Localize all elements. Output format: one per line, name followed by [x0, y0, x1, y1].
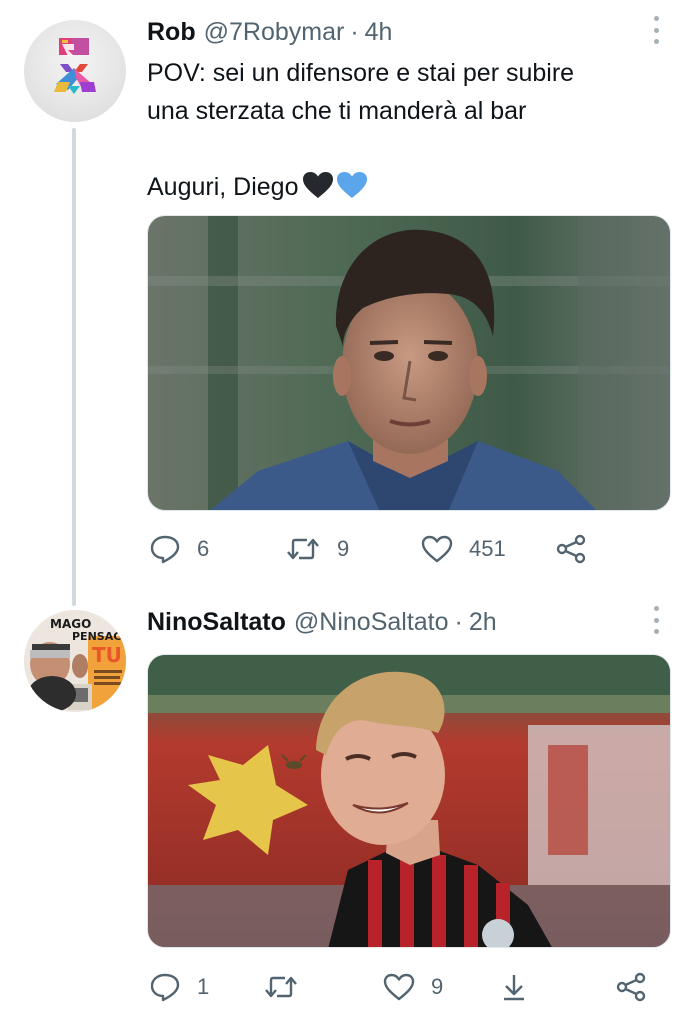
- heart-icon: [383, 973, 415, 1001]
- retweet-button[interactable]: [263, 967, 315, 1007]
- display-name[interactable]: NinoSaltato: [147, 608, 286, 637]
- share-icon: [555, 534, 587, 564]
- avatar[interactable]: MAGO PENSAC TU: [24, 610, 126, 712]
- share-button[interactable]: [615, 967, 647, 1007]
- avatar[interactable]: [24, 20, 126, 122]
- tweet-text: POV: sei un difensore e stai per subire …: [147, 54, 667, 210]
- avatar-logo: [54, 38, 96, 94]
- tweet-text-greeting: Auguri, Diego: [147, 173, 299, 201]
- black-heart-emoji-icon: [302, 171, 334, 210]
- tweet-ninosaltato[interactable]: MAGO PENSAC TU NinoSaltato @NinoSaltato …: [0, 590, 694, 1024]
- photo-footballer: [148, 655, 670, 947]
- download-icon: [499, 972, 529, 1002]
- heart-icon: [421, 535, 453, 563]
- separator-dot: ·: [454, 607, 463, 636]
- share-icon: [615, 972, 647, 1002]
- more-options-icon[interactable]: [650, 606, 662, 634]
- download-button[interactable]: [499, 967, 529, 1007]
- reply-count: 6: [197, 536, 210, 561]
- reply-button[interactable]: 1: [149, 967, 209, 1007]
- user-handle[interactable]: @7Robymar: [204, 18, 345, 47]
- blue-heart-emoji-icon: [336, 171, 368, 210]
- avatar-text-mago: MAGO: [50, 617, 91, 631]
- timestamp[interactable]: 4h: [365, 18, 393, 47]
- retweet-icon: [285, 535, 321, 563]
- tweet-text-line: POV: sei un difensore e stai per subire: [147, 59, 575, 87]
- like-button[interactable]: 9: [383, 967, 443, 1007]
- tweet-text-line: Auguri, Diego: [147, 168, 667, 210]
- tweet-actions: 1 9: [147, 967, 647, 1007]
- tweet-rob[interactable]: Rob @7Robymar · 4h POV: sei un difensore…: [0, 0, 694, 590]
- reply-count: 1: [197, 974, 210, 999]
- reply-icon: [149, 534, 181, 564]
- tweet-text-line: una sterzata che ti manderà al bar: [147, 97, 527, 125]
- tweet-header: NinoSaltato @NinoSaltato · 2h: [147, 604, 497, 640]
- avatar-magazine-collage: MAGO PENSAC TU: [24, 610, 126, 712]
- tweet-photo[interactable]: [147, 215, 671, 511]
- tweet-actions: 6 9 451: [147, 529, 587, 569]
- tweet-photo[interactable]: [147, 654, 671, 948]
- retweet-count: 9: [337, 536, 350, 561]
- like-count: 9: [431, 974, 444, 999]
- tweet-header: Rob @7Robymar · 4h: [147, 14, 392, 50]
- reply-button[interactable]: 6: [149, 529, 209, 569]
- reply-icon: [149, 972, 181, 1002]
- photo-man-portrait: [148, 216, 670, 510]
- user-handle[interactable]: @NinoSaltato: [294, 608, 449, 637]
- retweet-button[interactable]: 9: [285, 529, 349, 569]
- avatar-text-pensac: PENSAC: [72, 630, 121, 643]
- more-options-icon[interactable]: [650, 16, 662, 44]
- like-count: 451: [469, 536, 506, 561]
- display-name[interactable]: Rob: [147, 18, 196, 47]
- like-button[interactable]: 451: [421, 529, 506, 569]
- avatar-text-tu: TU: [92, 643, 122, 667]
- retweet-icon: [263, 973, 299, 1001]
- timestamp[interactable]: 2h: [469, 608, 497, 637]
- separator-dot: ·: [350, 17, 359, 46]
- share-button[interactable]: [555, 529, 587, 569]
